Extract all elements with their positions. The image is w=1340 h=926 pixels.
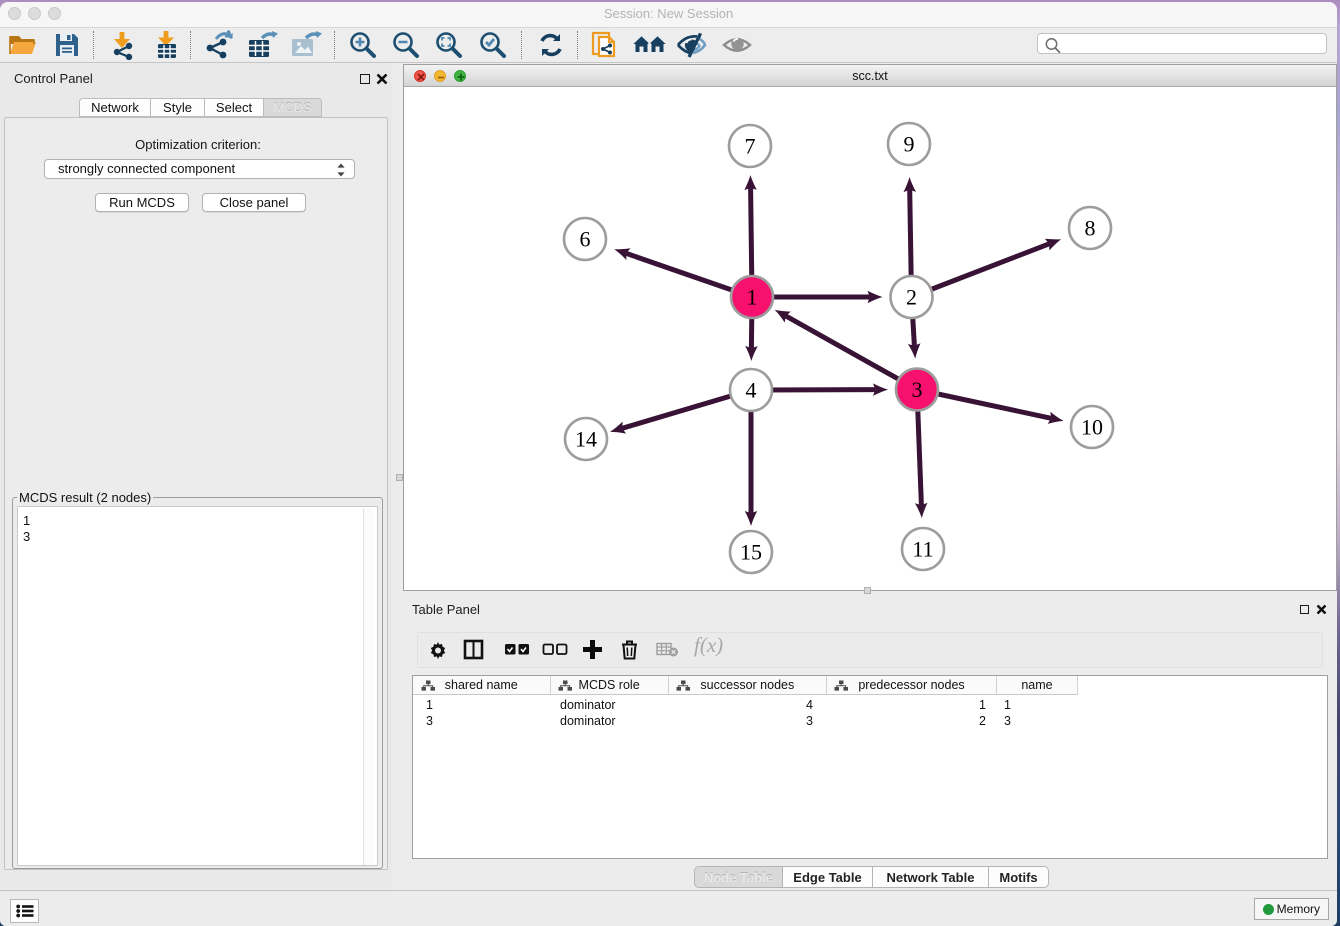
svg-text:8: 8 xyxy=(1085,216,1096,241)
svg-text:9: 9 xyxy=(904,132,915,157)
svg-text:15: 15 xyxy=(740,540,762,565)
svg-text:1: 1 xyxy=(747,285,758,310)
svg-text:4: 4 xyxy=(746,378,757,403)
svg-text:6: 6 xyxy=(580,227,591,252)
svg-text:3: 3 xyxy=(912,377,923,402)
svg-text:11: 11 xyxy=(912,537,933,562)
svg-text:2: 2 xyxy=(906,285,917,310)
svg-text:10: 10 xyxy=(1081,415,1103,440)
svg-text:14: 14 xyxy=(575,427,597,452)
svg-text:7: 7 xyxy=(745,134,756,159)
